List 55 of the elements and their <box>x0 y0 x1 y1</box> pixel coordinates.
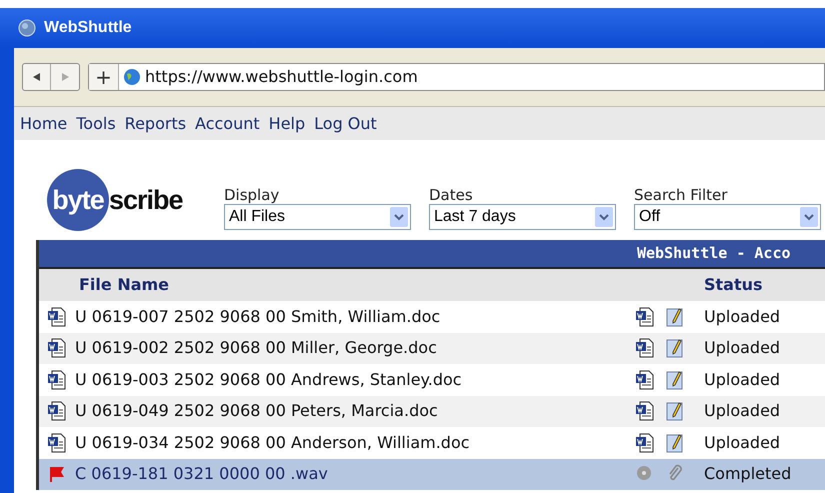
file-name: U 0619-049 2502 9068 00 Peters, Marcia.doc <box>75 400 439 422</box>
filter-label: Dates <box>429 186 474 204</box>
filter-dropdown[interactable]: All Files <box>224 204 411 230</box>
chevron-down-icon <box>800 207 818 227</box>
document-icon[interactable] <box>635 401 655 422</box>
menu-item[interactable]: Reports <box>124 112 186 136</box>
document-icon[interactable] <box>635 306 655 327</box>
document-icon[interactable] <box>47 370 67 390</box>
status-text: Completed <box>704 463 792 486</box>
back-arrow-icon <box>32 72 42 82</box>
column-header: File Name <box>78 274 170 296</box>
status-text: Uploaded <box>704 432 780 454</box>
document-icon[interactable] <box>635 370 655 390</box>
forward-arrow-icon <box>60 72 70 82</box>
menu-item[interactable]: Help <box>268 112 306 136</box>
document-icon[interactable] <box>47 432 67 453</box>
pencil-icon[interactable] <box>665 432 685 453</box>
filter-dropdown[interactable]: Last 7 days <box>429 204 616 230</box>
file-name: C 0619-181 0321 0000 00 .wav <box>75 463 329 486</box>
pencil-icon[interactable] <box>665 401 685 422</box>
window-title: WebShuttle <box>44 18 132 38</box>
flag-icon <box>47 465 67 484</box>
menu-item[interactable]: Log Out <box>314 112 377 136</box>
file-name: U 0619-007 2502 9068 00 Smith, William.doc <box>75 306 442 328</box>
status-text: Uploaded <box>704 306 780 328</box>
file-row[interactable]: U 0619-002 2502 9068 00 Miller, George.doc Uploaded <box>39 332 825 364</box>
pencil-icon[interactable] <box>665 306 685 327</box>
column-header: Status <box>704 274 763 296</box>
file-name: U 0619-002 2502 9068 00 Miller, George.doc <box>75 337 438 360</box>
status-text: Uploaded <box>704 337 780 360</box>
menu-item[interactable]: Tools <box>76 112 116 136</box>
menu-item[interactable]: Home <box>20 112 68 136</box>
file-name: U 0619-003 2502 9068 00 Andrews, Stanley.doc <box>75 368 463 391</box>
file-row[interactable]: C 0619-181 0321 0000 00 .wav Completed <box>39 458 825 490</box>
file-name: U 0619-034 2502 9068 00 Anderson, William.doc <box>75 432 471 454</box>
file-row[interactable]: U 0619-049 2502 9068 00 Peters, Marcia.doc Uploaded <box>39 396 825 427</box>
document-icon[interactable] <box>47 401 67 422</box>
document-icon[interactable] <box>635 338 655 358</box>
document-icon[interactable] <box>47 306 67 327</box>
globe-icon <box>18 19 36 37</box>
document-icon[interactable] <box>635 432 655 453</box>
filter-label: Display <box>224 186 280 204</box>
chevron-down-icon <box>595 207 613 227</box>
chevron-down-icon <box>390 207 408 227</box>
table-title: WebShuttle - Acco <box>637 243 791 264</box>
logo-mark: byte <box>52 184 104 217</box>
pencil-icon[interactable] <box>665 370 685 390</box>
pencil-icon[interactable] <box>665 338 685 358</box>
filter-label: Search Filter <box>634 186 728 204</box>
status-text: Uploaded <box>704 368 780 391</box>
document-icon[interactable] <box>47 338 67 358</box>
filter-dropdown[interactable]: Off <box>634 204 821 230</box>
logo-wordmark: scribe <box>109 184 183 217</box>
menu-item[interactable]: Account <box>195 112 260 136</box>
status-text: Uploaded <box>704 400 780 422</box>
